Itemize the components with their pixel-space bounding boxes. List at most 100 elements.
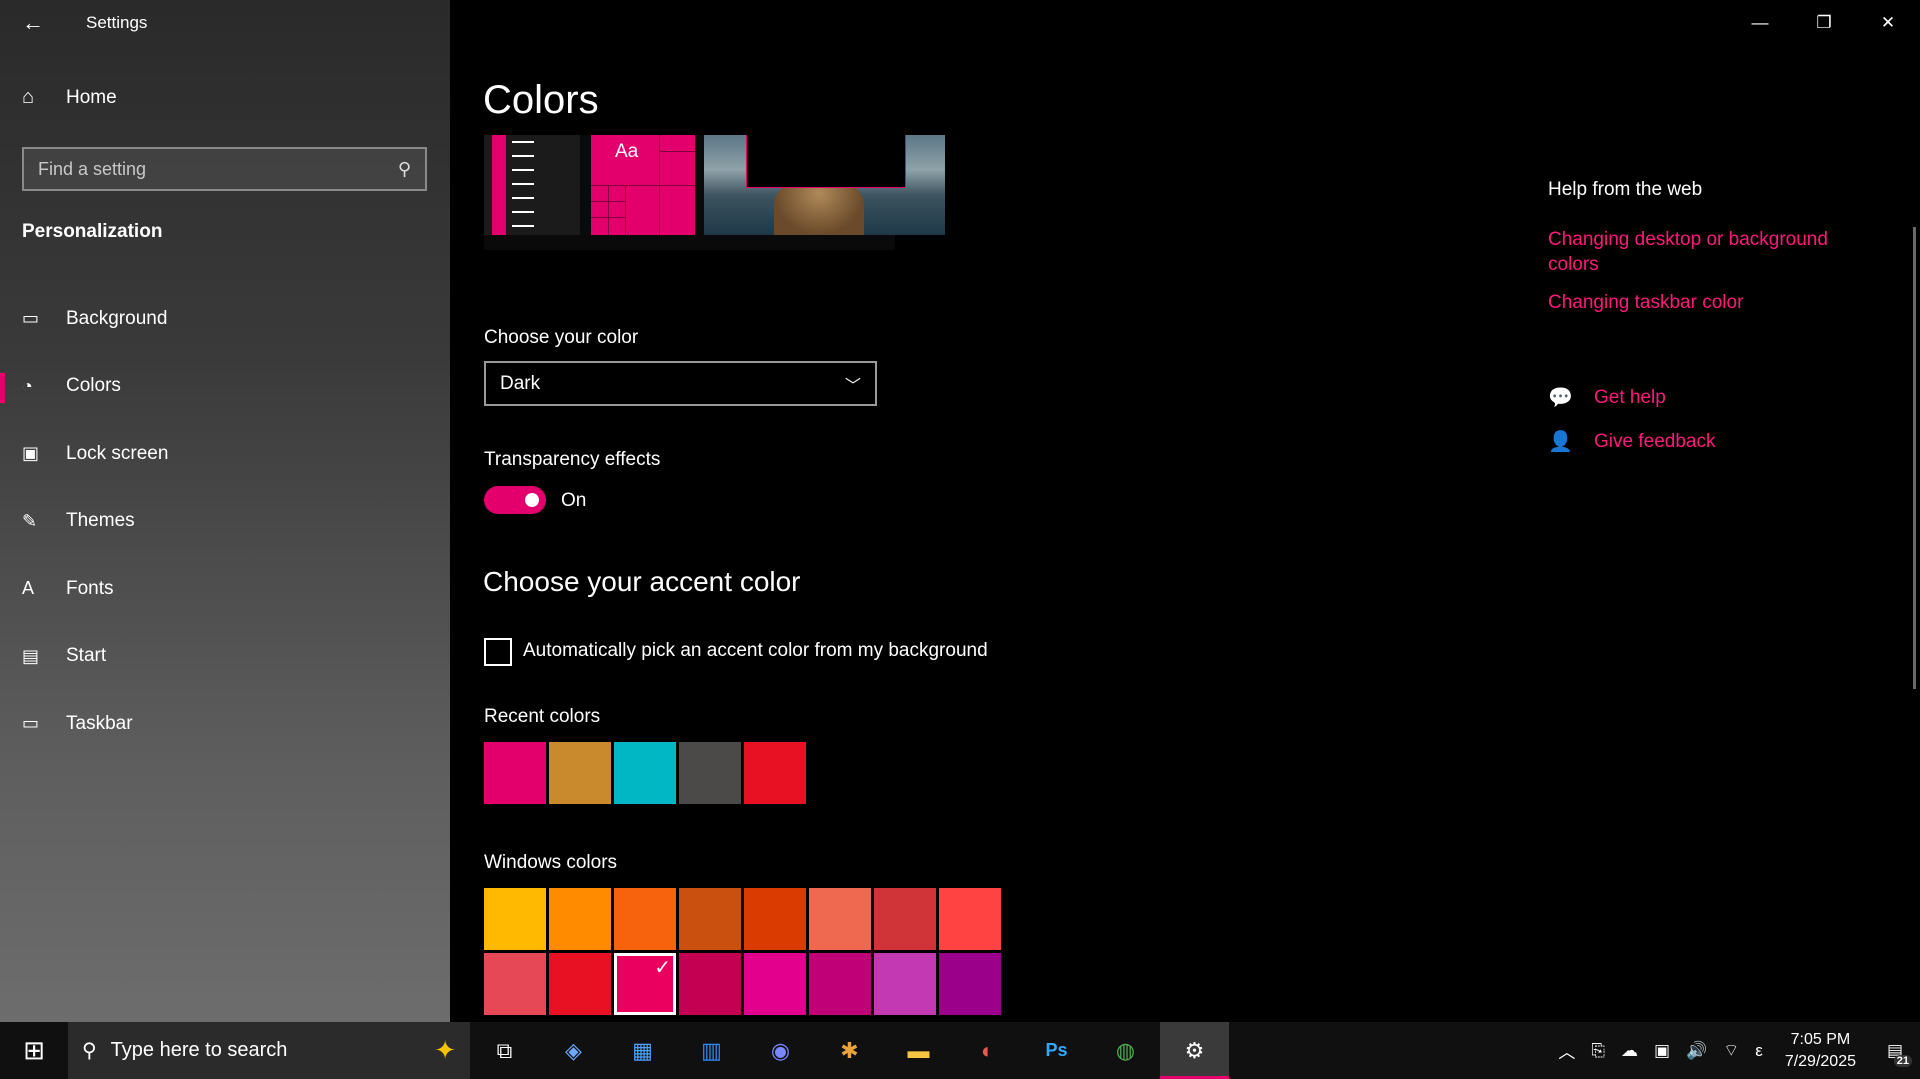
minimize-button[interactable]: — — [1728, 0, 1792, 46]
trello-button[interactable]: ▥ — [677, 1022, 746, 1079]
wifi-icon[interactable]: ⌔ — [1723, 1040, 1739, 1061]
color-swatch[interactable] — [874, 953, 936, 1015]
color-swatch[interactable] — [614, 742, 676, 804]
close-icon: ✕ — [1880, 13, 1896, 32]
preview-start-menu — [484, 135, 580, 235]
choose-color-dropdown[interactable]: Dark ﹀ — [484, 361, 877, 406]
clock-date: 7/29/2025 — [1784, 1052, 1856, 1070]
volume-icon[interactable]: 🔊 — [1686, 1041, 1707, 1061]
sidebar-item-lock-screen[interactable]: ▣ Lock screen — [0, 420, 450, 488]
color-swatch[interactable] — [484, 742, 546, 804]
color-swatch[interactable] — [744, 742, 806, 804]
sidebar-item-start[interactable]: ▤ Start — [0, 623, 450, 691]
section-label: Personalization — [22, 221, 163, 242]
page-title: Colors — [483, 78, 599, 122]
preview-desktop-image — [704, 135, 945, 235]
file-explorer-button[interactable]: ▬ — [884, 1022, 953, 1079]
back-button[interactable]: ← — [0, 0, 66, 46]
store-button[interactable]: ▦ — [608, 1022, 677, 1079]
auto-accent-checkbox[interactable] — [484, 638, 512, 666]
chevron-down-icon: ﹀ — [844, 377, 861, 395]
color-swatch[interactable] — [939, 953, 1001, 1015]
clock[interactable]: 7:05 PM 7/29/2025 — [1785, 1029, 1856, 1073]
color-swatch[interactable] — [484, 953, 546, 1015]
color-swatch[interactable] — [614, 888, 676, 950]
help-link-taskbar-color[interactable]: Changing taskbar color — [1548, 290, 1858, 315]
chat-help-icon: 💬 — [1548, 387, 1573, 409]
get-help-link[interactable]: 💬 Get help — [1548, 385, 1666, 410]
color-swatch[interactable] — [549, 953, 611, 1015]
start-button[interactable]: ⊞ — [0, 1022, 68, 1079]
title-bar: ← Settings — [0, 0, 450, 46]
color-swatch[interactable] — [939, 888, 1001, 950]
usb-icon[interactable]: ⎘ — [1591, 1041, 1605, 1061]
sidebar-item-themes[interactable]: ✎ Themes — [0, 488, 450, 556]
search-input[interactable]: Find a setting ⚲ — [22, 147, 427, 191]
transparency-toggle[interactable] — [484, 486, 546, 514]
windows-logo-icon: ⊞ — [23, 1035, 45, 1065]
restore-icon: ❐ — [1816, 13, 1832, 32]
cloud-icon[interactable]: ☁ — [1621, 1041, 1638, 1061]
sidebar-item-fonts[interactable]: A Fonts — [0, 555, 450, 623]
main-content: — ❐ ✕ Colors Aa Choose your color Dark ﹀… — [450, 0, 1920, 1022]
copilot-sparkle-icon: ✦ — [434, 1035, 456, 1065]
back-arrow-icon: ← — [22, 10, 44, 35]
sidebar-item-label: Lock screen — [66, 442, 169, 464]
sidebar-item-label: Themes — [66, 510, 135, 532]
transparency-label: Transparency effects — [484, 449, 661, 470]
store-icon: ▦ — [632, 1037, 653, 1063]
meet-icon[interactable]: ▣ — [1654, 1041, 1670, 1061]
restore-button[interactable]: ❐ — [1792, 0, 1856, 46]
color-swatch[interactable] — [809, 953, 871, 1015]
home-nav-item[interactable]: ⌂ Home — [22, 86, 117, 109]
color-swatch[interactable] — [809, 888, 871, 950]
color-swatch[interactable] — [744, 953, 806, 1015]
sidebar-item-taskbar[interactable]: ▭ Taskbar — [0, 690, 450, 758]
taskbar-icon: ▭ — [22, 713, 40, 734]
color-swatch[interactable] — [679, 742, 741, 804]
chrome-icon: ◍ — [1115, 1037, 1136, 1063]
davinci-button[interactable]: ◐ — [953, 1022, 1022, 1079]
color-swatch[interactable] — [549, 742, 611, 804]
sidebar-item-label: Taskbar — [66, 712, 133, 734]
color-swatch[interactable] — [744, 888, 806, 950]
color-swatch[interactable] — [484, 888, 546, 950]
color-swatch[interactable] — [679, 953, 741, 1015]
notification-count: 21 — [1893, 1055, 1912, 1067]
scrollbar[interactable] — [1913, 227, 1916, 689]
help-link-background-colors[interactable]: Changing desktop or background colors — [1548, 227, 1858, 277]
photoshop-button[interactable]: Ps — [1022, 1022, 1091, 1079]
color-swatch[interactable] — [549, 888, 611, 950]
search-icon[interactable]: ⚲ — [398, 159, 411, 180]
sidebar-item-background[interactable]: ▭ Background — [0, 285, 450, 353]
notification-center-button[interactable]: ▤ 21 — [1870, 1040, 1920, 1067]
discord-button[interactable]: ◉ — [746, 1022, 815, 1079]
image-icon: ▭ — [22, 308, 40, 329]
copilot-icon: ◈ — [565, 1037, 582, 1063]
settings-taskbar-button[interactable]: ⚙ — [1160, 1022, 1229, 1079]
app-title: Settings — [86, 13, 148, 32]
give-feedback-link[interactable]: 👤 Give feedback — [1548, 429, 1715, 454]
task-view-button[interactable]: ⧉ — [470, 1022, 539, 1079]
palette-icon: ◔ — [22, 375, 33, 396]
color-swatch[interactable] — [874, 888, 936, 950]
sidebar-item-label: Background — [66, 307, 168, 329]
copilot-button[interactable]: ◈ — [539, 1022, 608, 1079]
help-title: Help from the web — [1548, 179, 1703, 200]
chevron-up-icon[interactable]: ︿ — [1558, 1038, 1575, 1063]
sidebar: ← Settings ⌂ Home Find a setting ⚲ Perso… — [0, 0, 450, 1022]
language-indicator[interactable]: ε — [1755, 1041, 1763, 1061]
color-swatch[interactable] — [614, 953, 676, 1015]
chrome-button[interactable]: ◍ — [1091, 1022, 1160, 1079]
sidebar-item-label: Colors — [66, 375, 121, 397]
taskbar-search[interactable]: ⚲ Type here to search ✦ — [68, 1022, 470, 1079]
taskbar: ⊞ ⚲ Type here to search ✦ ⧉ ◈ ▦ ▥ ◉ ✱ ▬ … — [0, 1022, 1920, 1079]
slack-icon: ✱ — [840, 1037, 859, 1063]
get-help-label: Get help — [1594, 386, 1666, 408]
color-swatch[interactable] — [679, 888, 741, 950]
slack-button[interactable]: ✱ — [815, 1022, 884, 1079]
sidebar-item-colors[interactable]: ◔ Colors — [0, 353, 450, 421]
home-icon: ⌂ — [22, 86, 35, 108]
task-view-icon: ⧉ — [496, 1037, 513, 1063]
close-button[interactable]: ✕ — [1856, 0, 1920, 46]
